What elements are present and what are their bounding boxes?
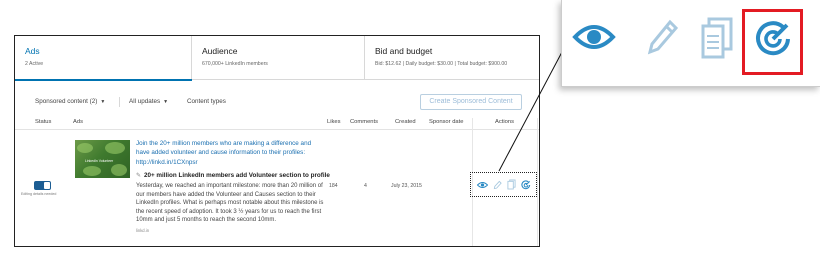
pencil-icon: ✎ <box>136 173 142 179</box>
updates-dropdown[interactable]: All updates ▼ <box>129 98 168 105</box>
pencil-icon[interactable] <box>493 180 502 190</box>
tab-bid-subtitle: Bid: $12.62 | Daily budget: $30.00 | Tot… <box>375 61 508 67</box>
header-created: Created <box>395 119 416 125</box>
sponsor-target-icon[interactable] <box>520 179 531 190</box>
status-toggle[interactable] <box>34 181 51 190</box>
document-icon <box>701 17 733 59</box>
tab-audience[interactable]: Audience 670,000+ LinkedIn members <box>192 36 365 80</box>
header-comments: Comments <box>350 119 379 125</box>
filter-divider <box>119 97 120 107</box>
tab-bid-title: Bid and budget <box>375 46 433 56</box>
sponsor-target-icon <box>756 21 790 56</box>
create-sponsored-content-button[interactable]: Create Sponsored Content <box>420 94 522 110</box>
header-likes: Likes <box>327 119 341 125</box>
ad-link[interactable]: http://linkd.in/1CXnpsr <box>136 159 198 166</box>
header-ads: Ads <box>73 119 83 125</box>
pencil-icon <box>647 19 678 55</box>
eye-icon <box>572 25 616 49</box>
tab-ads[interactable]: Ads 2 Active <box>15 36 192 81</box>
chevron-down-icon: ▼ <box>163 98 169 105</box>
comments-count: 4 <box>364 183 367 189</box>
tab-ads-subtitle: 2 Active <box>25 61 44 67</box>
campaign-tabs: Ads 2 Active Audience 670,000+ LinkedIn … <box>15 36 539 81</box>
status-text: Editing details needed <box>21 192 57 196</box>
header-status: Status <box>35 119 52 125</box>
action-icons-zoom <box>561 0 820 87</box>
thumbnail-label: LinkedIn Volunteer <box>85 159 114 163</box>
sponsored-content-label: Sponsored content (2) <box>35 98 98 105</box>
ad-body: Yesterday, we reached an important miles… <box>136 183 324 224</box>
column-divider <box>537 118 538 246</box>
header-actions: Actions <box>495 119 515 125</box>
header-sponsor-date: Sponsor date <box>429 119 464 125</box>
chevron-down-icon: ▼ <box>100 98 106 105</box>
ad-thumbnail: LinkedIn Volunteer <box>75 140 130 178</box>
table-header: Status Ads Likes Comments Created Sponso… <box>15 118 539 130</box>
ad-source: linkd.in <box>136 228 150 233</box>
ad-title: 20+ million LinkedIn members add Volunte… <box>144 172 330 179</box>
sponsored-content-dropdown[interactable]: Sponsored content (2) ▼ <box>35 98 105 105</box>
created-date: July 23, 2015 <box>391 183 422 189</box>
campaign-panel: Ads 2 Active Audience 670,000+ LinkedIn … <box>14 35 540 247</box>
document-icon[interactable] <box>506 179 516 190</box>
content-types-label: Content types <box>187 98 226 105</box>
tab-audience-title: Audience <box>202 46 238 56</box>
actions-group <box>470 172 537 197</box>
toggle-knob <box>44 182 50 189</box>
likes-count: 184 <box>329 183 338 189</box>
ad-headline[interactable]: Join the 20+ million members who are mak… <box>136 140 324 158</box>
tab-bid-budget[interactable]: Bid and budget Bid: $12.62 | Daily budge… <box>365 36 539 80</box>
updates-label: All updates <box>129 98 161 105</box>
eye-icon[interactable] <box>476 181 488 189</box>
tab-ads-title: Ads <box>25 46 40 56</box>
content-types-filter[interactable]: Content types <box>187 98 226 105</box>
tab-audience-subtitle: 670,000+ LinkedIn members <box>202 61 268 67</box>
